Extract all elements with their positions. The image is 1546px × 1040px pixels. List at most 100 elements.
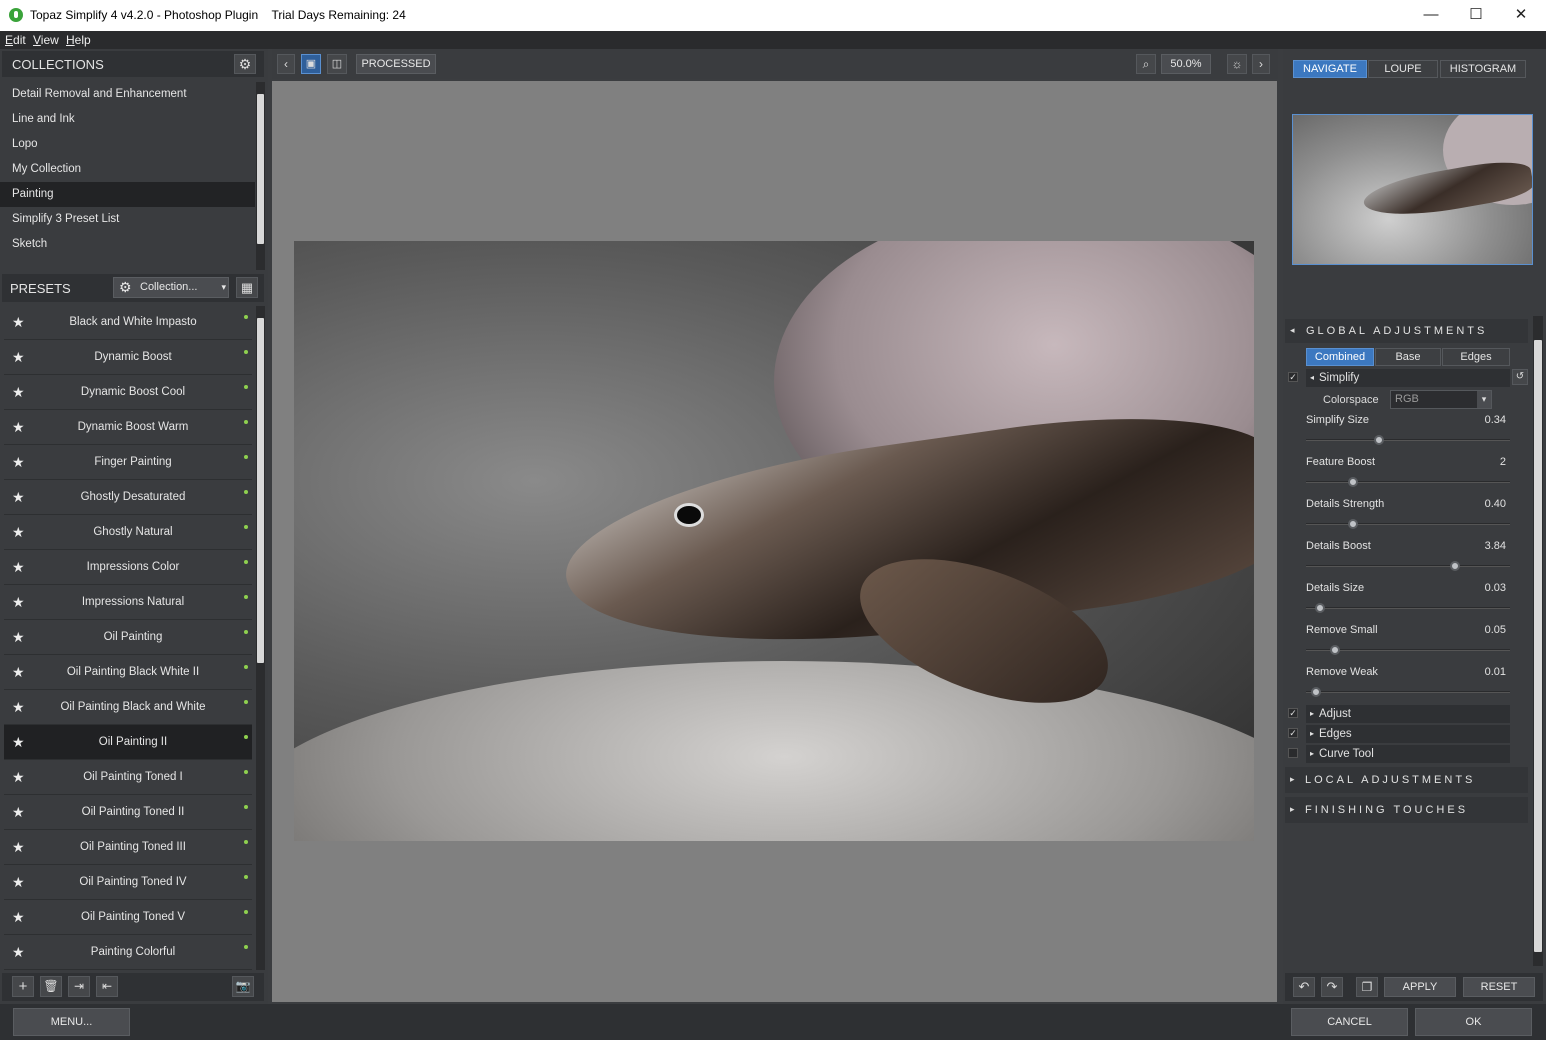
favorite-star-icon[interactable]: ★ (12, 769, 25, 786)
apply-button[interactable]: APPLY (1384, 977, 1456, 997)
slider-track[interactable] (1306, 691, 1510, 693)
preset-item[interactable]: ★ Oil Painting Toned IV (4, 865, 252, 900)
collection-item[interactable]: Lopo (0, 132, 255, 157)
delete-preset-icon[interactable]: 🗑 (40, 976, 62, 997)
favorite-star-icon[interactable]: ★ (12, 384, 25, 401)
adjust-checkbox[interactable]: ✓ (1288, 708, 1298, 718)
preset-item[interactable]: ★ Oil Painting Black White II (4, 655, 252, 690)
curve-tool-section[interactable]: ▸ Curve Tool (1306, 745, 1510, 763)
preset-item[interactable]: ★ Dynamic Boost (4, 340, 252, 375)
favorite-star-icon[interactable]: ★ (12, 804, 25, 821)
favorite-star-icon[interactable]: ★ (12, 594, 25, 611)
image-canvas[interactable] (272, 81, 1277, 1002)
maximize-icon[interactable]: ☐ (1453, 4, 1499, 26)
tab-edges[interactable]: Edges (1442, 348, 1510, 366)
export-preset-icon[interactable]: ⇤ (96, 976, 118, 997)
adjust-section[interactable]: ▸ Adjust (1306, 705, 1510, 723)
favorite-star-icon[interactable]: ★ (12, 419, 25, 436)
cancel-button[interactable]: CANCEL (1291, 1008, 1408, 1036)
slider-value[interactable]: 0.34 (1460, 414, 1506, 426)
preset-item[interactable]: ★ Dynamic Boost Cool (4, 375, 252, 410)
preset-item[interactable]: ★ Finger Painting (4, 445, 252, 480)
preset-item[interactable]: ★ Impressions Natural (4, 585, 252, 620)
simplify-reset-icon[interactable]: ↺ (1512, 369, 1528, 385)
collection-item[interactable]: Detail Removal and Enhancement (0, 82, 255, 107)
reset-button[interactable]: RESET (1463, 977, 1535, 997)
favorite-star-icon[interactable]: ★ (12, 909, 25, 926)
slider-value[interactable]: 0.40 (1460, 498, 1506, 510)
redo-icon[interactable]: ↷ (1321, 977, 1343, 997)
slider-track[interactable] (1306, 439, 1510, 441)
collection-item[interactable]: Painting (0, 182, 255, 207)
preset-item[interactable]: ★ Oil Painting Toned III (4, 830, 252, 865)
slider-handle[interactable] (1329, 645, 1340, 655)
brightness-sun-icon[interactable]: ☼ (1227, 54, 1247, 74)
favorite-star-icon[interactable]: ★ (12, 489, 25, 506)
snapshot-camera-icon[interactable]: 📷 (232, 976, 254, 997)
global-adjustments-header[interactable]: ◂ GLOBAL ADJUSTMENTS (1285, 319, 1528, 343)
preset-item[interactable]: ★ Oil Painting II (4, 725, 252, 760)
collections-scrollbar[interactable] (256, 82, 265, 270)
undo-icon[interactable]: ↶ (1293, 977, 1315, 997)
slider-value[interactable]: 0.05 (1460, 624, 1506, 636)
preset-item[interactable]: ★ Ghostly Natural (4, 515, 252, 550)
preset-item[interactable]: ★ Painting Colorful (4, 935, 252, 970)
slider-value[interactable]: 0.01 (1460, 666, 1506, 678)
favorite-star-icon[interactable]: ★ (12, 524, 25, 541)
preset-item[interactable]: ★ Impressions Color (4, 550, 252, 585)
collection-item[interactable]: My Collection (0, 157, 255, 182)
navigator-thumbnail[interactable] (1292, 114, 1533, 265)
single-view-icon[interactable]: ▣ (301, 54, 321, 74)
favorite-star-icon[interactable]: ★ (12, 314, 25, 331)
favorite-star-icon[interactable]: ★ (12, 874, 25, 891)
finishing-touches-header[interactable]: ▸ FINISHING TOUCHES (1285, 797, 1528, 823)
preset-item[interactable]: ★ Oil Painting Toned II (4, 795, 252, 830)
slider-handle[interactable] (1347, 477, 1358, 487)
collection-item[interactable]: Line and Ink (0, 107, 255, 132)
processed-toggle[interactable]: PROCESSED (356, 54, 436, 74)
colorspace-select[interactable]: RGB ▾ (1390, 390, 1492, 409)
collection-item[interactable]: Sketch (0, 232, 255, 257)
collection-dropdown[interactable]: ⚙ Collection... ▾ (113, 277, 229, 298)
favorite-star-icon[interactable]: ★ (12, 349, 25, 366)
menu-help[interactable]: Help (66, 33, 91, 47)
tab-histogram[interactable]: HISTOGRAM (1440, 60, 1526, 78)
favorite-star-icon[interactable]: ★ (12, 559, 25, 576)
slider-value[interactable]: 0.03 (1460, 582, 1506, 594)
slider-track[interactable] (1306, 523, 1510, 525)
slider-value[interactable]: 3.84 (1460, 540, 1506, 552)
close-icon[interactable]: ✕ (1498, 4, 1544, 26)
add-preset-icon[interactable]: + (12, 976, 34, 997)
slider-track[interactable] (1306, 565, 1510, 567)
preset-item[interactable]: ★ Ghostly Desaturated (4, 480, 252, 515)
split-view-icon[interactable]: ◫ (327, 54, 347, 74)
slider-track[interactable] (1306, 607, 1510, 609)
edges-section[interactable]: ▸ Edges (1306, 725, 1510, 743)
preset-item[interactable]: ★ Oil Painting (4, 620, 252, 655)
tab-base[interactable]: Base (1375, 348, 1441, 366)
favorite-star-icon[interactable]: ★ (12, 944, 25, 961)
adjustments-scrollbar[interactable] (1533, 316, 1543, 966)
favorite-star-icon[interactable]: ★ (12, 699, 25, 716)
favorite-star-icon[interactable]: ★ (12, 734, 25, 751)
tab-navigate[interactable]: NAVIGATE (1293, 60, 1367, 78)
collapse-right-chevron-icon[interactable]: › (1252, 54, 1270, 74)
favorite-star-icon[interactable]: ★ (12, 629, 25, 646)
history-stack-icon[interactable]: ❐ (1356, 977, 1378, 997)
slider-handle[interactable] (1347, 519, 1358, 529)
preset-item[interactable]: ★ Oil Painting Toned V (4, 900, 252, 935)
collections-settings-gear-icon[interactable]: ⚙ (234, 54, 256, 74)
ok-button[interactable]: OK (1415, 1008, 1532, 1036)
zoom-level-field[interactable]: 50.0% (1161, 54, 1211, 74)
edges-checkbox[interactable]: ✓ (1288, 728, 1298, 738)
favorite-star-icon[interactable]: ★ (12, 839, 25, 856)
tab-combined[interactable]: Combined (1306, 348, 1374, 366)
local-adjustments-header[interactable]: ▸ LOCAL ADJUSTMENTS (1285, 767, 1528, 793)
simplify-section[interactable]: ◂ Simplify (1306, 369, 1510, 387)
zoom-search-icon[interactable]: ⌕ (1136, 54, 1156, 74)
collection-item[interactable]: Simplify 3 Preset List (0, 207, 255, 232)
slider-handle[interactable] (1449, 561, 1460, 571)
preset-item[interactable]: ★ Oil Painting Black and White (4, 690, 252, 725)
menu-edit[interactable]: Edit (5, 33, 26, 47)
preset-item[interactable]: ★ Dynamic Boost Warm (4, 410, 252, 445)
